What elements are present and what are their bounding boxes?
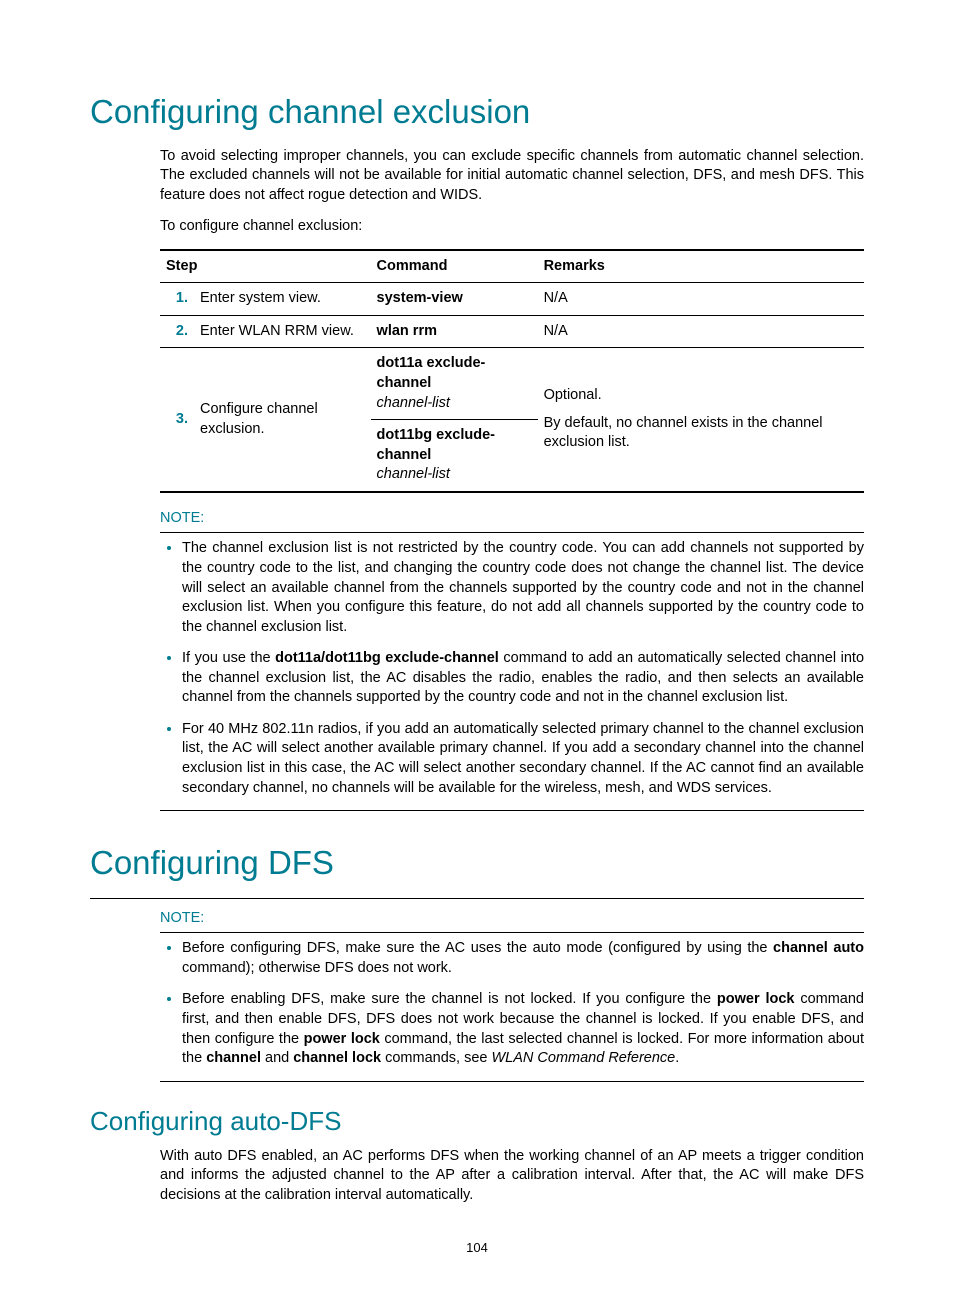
cmd-bold: dot11a/dot11bg exclude-channel: [275, 650, 499, 666]
note-list: Before configuring DFS, make sure the AC…: [160, 939, 864, 1068]
cmd-bold: dot11a exclude-channel: [377, 355, 486, 391]
col-step: Step: [160, 250, 371, 283]
text: Before configuring DFS, make sure the AC…: [182, 940, 773, 956]
note-separator: [160, 810, 864, 811]
table-row: 3. Configure channel exclusion. dot11a e…: [160, 348, 864, 492]
cmd-bold: channel lock: [293, 1050, 381, 1066]
note-item: Before configuring DFS, make sure the AC…: [182, 939, 864, 978]
table-row: 2. Enter WLAN RRM view. wlan rrm N/A: [160, 315, 864, 348]
text: If you use the: [182, 650, 275, 666]
intro-paragraph-1: To avoid selecting improper channels, yo…: [160, 147, 864, 206]
section-separator: [90, 898, 864, 899]
step-command: system-view: [371, 283, 538, 316]
col-command: Command: [371, 250, 538, 283]
cmd-bold: power lock: [304, 1031, 380, 1047]
remarks-line: By default, no channel exists in the cha…: [544, 414, 858, 453]
col-remarks: Remarks: [538, 250, 864, 283]
step-desc: Enter WLAN RRM view.: [194, 315, 371, 348]
step-number: 3.: [160, 348, 194, 492]
cmd-bold: dot11bg exclude-channel: [377, 427, 495, 463]
cmd-italic: channel-list: [377, 466, 450, 482]
text: commands, see: [381, 1050, 491, 1066]
step-number: 1.: [160, 283, 194, 316]
step-desc: Configure channel exclusion.: [194, 348, 371, 492]
step-remarks: N/A: [538, 283, 864, 316]
step-command: wlan rrm: [371, 315, 538, 348]
text: Before enabling DFS, make sure the chann…: [182, 991, 717, 1007]
page-number: 104: [90, 1239, 864, 1257]
cmd-bold: channel auto: [773, 940, 864, 956]
note-item: If you use the dot11a/dot11bg exclude-ch…: [182, 649, 864, 708]
note-label: NOTE:: [160, 909, 864, 929]
note-separator: [160, 532, 864, 533]
ref-italic: WLAN Command Reference: [492, 1050, 676, 1066]
step-remarks: Optional. By default, no channel exists …: [538, 348, 864, 492]
note-item: For 40 MHz 802.11n radios, if you add an…: [182, 720, 864, 798]
text: and: [261, 1050, 293, 1066]
note-item: Before enabling DFS, make sure the chann…: [182, 990, 864, 1068]
note-separator: [160, 1081, 864, 1082]
table-header-row: Step Command Remarks: [160, 250, 864, 283]
note-separator: [160, 932, 864, 933]
intro-paragraph-2: To configure channel exclusion:: [160, 217, 864, 237]
note-list: The channel exclusion list is not restri…: [160, 539, 864, 798]
auto-dfs-paragraph: With auto DFS enabled, an AC performs DF…: [160, 1147, 864, 1206]
cmd-italic: channel-list: [377, 395, 450, 411]
text: command); otherwise DFS does not work.: [182, 960, 452, 976]
note-label: NOTE:: [160, 509, 864, 529]
remarks-line: Optional.: [544, 386, 858, 406]
step-number: 2.: [160, 315, 194, 348]
step-remarks: N/A: [538, 315, 864, 348]
table-row: 1. Enter system view. system-view N/A: [160, 283, 864, 316]
step-command-group: dot11a exclude-channel channel-list dot1…: [371, 348, 538, 492]
note-item: The channel exclusion list is not restri…: [182, 539, 864, 637]
heading-dfs: Configuring DFS: [90, 841, 864, 886]
text: .: [675, 1050, 679, 1066]
cmd-bold: channel: [206, 1050, 261, 1066]
steps-table: Step Command Remarks 1. Enter system vie…: [160, 249, 864, 493]
cmd-bold: power lock: [717, 991, 795, 1007]
heading-channel-exclusion: Configuring channel exclusion: [90, 90, 864, 135]
step-desc: Enter system view.: [194, 283, 371, 316]
heading-auto-dfs: Configuring auto-DFS: [90, 1104, 864, 1139]
